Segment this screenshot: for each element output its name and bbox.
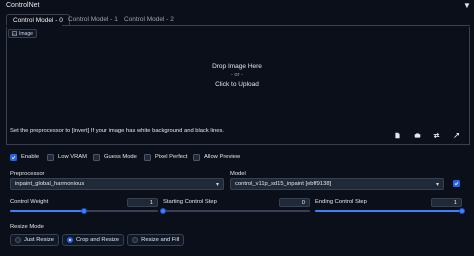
guess-mode-label: Guess Mode [104, 154, 137, 160]
chevron-down-icon: ▾ [215, 182, 219, 188]
webcam-icon[interactable] [413, 131, 422, 140]
resize-option-resize-and-fill[interactable]: Resize and Fill [127, 234, 185, 246]
slider-thumb[interactable] [81, 208, 87, 214]
preprocessor-label: Preprocessor [10, 171, 45, 177]
starting-control-step-label: Starting Control Step [163, 199, 217, 205]
low-vram-label: Low VRAM [58, 154, 87, 160]
refresh-models-icon[interactable] [453, 180, 460, 187]
model-value: control_v11p_sd15_inpaint [ebff9138] [235, 181, 332, 187]
slider-fill [315, 210, 462, 212]
starting-control-step-slider[interactable] [160, 208, 310, 214]
tabs-divider [62, 25, 470, 26]
model-label: Model [230, 171, 246, 177]
slider-thumb[interactable] [160, 208, 166, 214]
radio-icon[interactable] [66, 237, 73, 243]
low-vram-checkbox[interactable]: Low VRAM [47, 153, 87, 161]
allow-preview-checkbox[interactable]: Allow Preview [193, 153, 240, 161]
accordion-title: ControlNet [6, 2, 40, 9]
controlnet-accordion-header[interactable]: ControlNet ▼ [0, 0, 474, 11]
radio-icon[interactable] [132, 237, 139, 243]
enable-label: Enable [21, 154, 40, 160]
checkbox-icon[interactable] [47, 153, 54, 161]
pixel-perfect-checkbox[interactable]: Pixel Perfect [144, 153, 188, 161]
control-weight-number[interactable]: 1 [127, 198, 158, 207]
resize-mode-label: Resize Mode [10, 224, 44, 230]
checkbox-icon[interactable] [144, 153, 151, 161]
image-icon [12, 31, 17, 36]
enable-checkbox[interactable]: Enable [10, 153, 39, 161]
new-canvas-icon[interactable] [393, 131, 402, 140]
guess-mode-checkbox[interactable]: Guess Mode [93, 153, 137, 161]
drop-image-text: Drop Image Here [212, 63, 262, 70]
allow-preview-label: Allow Preview [204, 154, 241, 160]
control-weight-label: Control Weight [10, 199, 49, 205]
invert-hint-text: Set the preprocessor to [invert] If your… [10, 128, 224, 134]
radio-label: Resize and Fill [141, 237, 180, 243]
resize-option-just-resize[interactable]: Just Resize [10, 234, 59, 246]
resize-mode-radio-group: Just Resize Crop and Resize Resize and F… [10, 234, 185, 246]
collapse-arrow-icon[interactable]: ▼ [463, 1, 471, 10]
image-label-chip: Image [8, 29, 37, 38]
preprocessor-dropdown[interactable]: inpaint_global_harmonious ▾ [10, 178, 224, 190]
slider-thumb[interactable] [459, 208, 465, 214]
radio-label: Just Resize [24, 237, 54, 243]
click-to-upload-text[interactable]: Click to Upload [0, 81, 474, 88]
slider-fill [10, 210, 84, 212]
drop-or-text: - or - [230, 72, 244, 78]
control-weight-slider[interactable] [10, 208, 158, 214]
swap-arrows-icon[interactable] [432, 131, 441, 140]
starting-control-step-number[interactable]: 0 [279, 198, 310, 207]
ending-control-step-slider[interactable] [315, 208, 465, 214]
checkbox-icon[interactable] [93, 153, 100, 161]
checkbox-checked-icon[interactable] [10, 153, 17, 161]
radio-label: Crop and Resize [75, 237, 120, 243]
pixel-perfect-label: Pixel Perfect [155, 154, 188, 160]
radio-icon[interactable] [15, 237, 21, 243]
resize-option-crop-and-resize[interactable]: Crop and Resize [61, 234, 125, 246]
tab-control-model-0[interactable]: Control Model - 0 [6, 14, 70, 26]
ending-control-step-label: Ending Control Step [315, 199, 367, 205]
ending-control-step-number[interactable]: 1 [431, 198, 462, 207]
preprocessor-value: inpaint_global_harmonious [15, 181, 85, 187]
image-chip-label: Image [19, 30, 33, 37]
model-dropdown[interactable]: control_v11p_sd15_inpaint [ebff9138] ▾ [230, 178, 444, 190]
checkbox-icon[interactable] [193, 153, 200, 161]
send-dimensions-icon[interactable] [452, 131, 461, 140]
chevron-down-icon: ▾ [435, 182, 439, 188]
